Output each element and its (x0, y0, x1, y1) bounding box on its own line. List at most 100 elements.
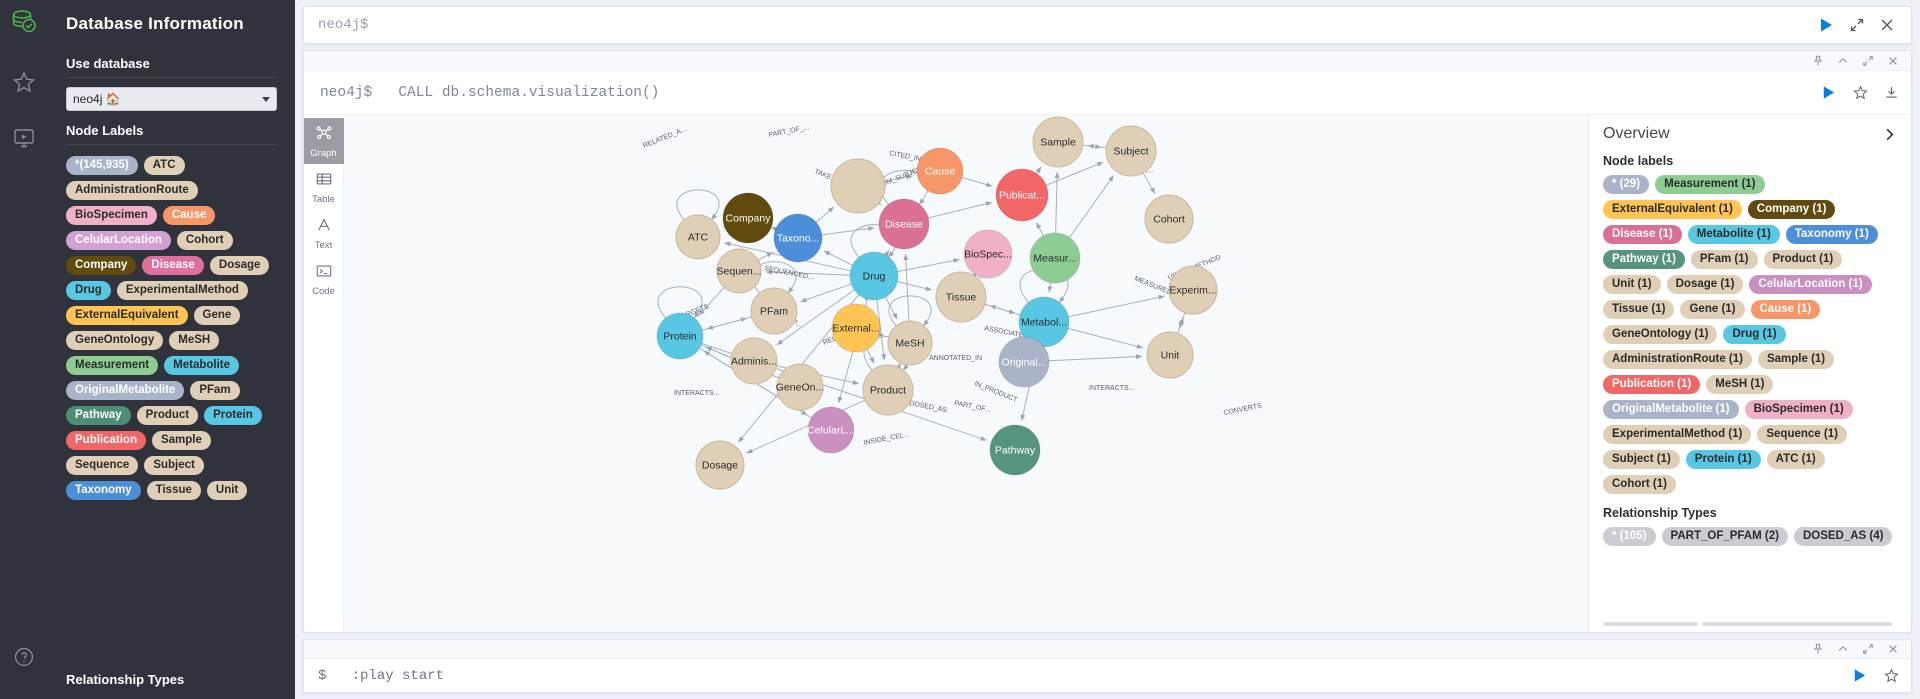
overview-node-label-chip[interactable]: * (29) (1603, 175, 1650, 194)
collapse-icon[interactable] (1837, 55, 1849, 67)
graph-node[interactable]: Adminis... (730, 337, 778, 385)
run-query-button[interactable] (1817, 16, 1835, 34)
close-icon[interactable] (1887, 55, 1899, 67)
overview-node-label-chip[interactable]: Disease (1) (1603, 225, 1682, 244)
graph-node[interactable]: Product (862, 364, 914, 416)
overview-relationship-type-chip[interactable]: * (105) (1603, 527, 1656, 546)
overview-node-label-chip[interactable]: ExperimentalMethod (1) (1603, 425, 1752, 444)
help-button[interactable] (0, 629, 48, 685)
graph-visualization-canvas[interactable]: RELATED_A...PART_OF_...TAK...CITED_INTAK… (344, 115, 1911, 632)
overview-relationship-type-chip[interactable]: DOSED_AS (4) (1793, 527, 1893, 546)
node-label-chip[interactable]: Disease (142, 256, 204, 275)
scroll-thumb[interactable] (1603, 622, 1698, 626)
node-label-chip[interactable]: Publication (66, 431, 146, 450)
overview-node-label-chip[interactable]: ATC (1) (1766, 450, 1825, 469)
node-label-chip[interactable]: Tissue (146, 481, 201, 500)
node-label-chip[interactable]: Cause (162, 206, 216, 225)
collapse-icon[interactable] (1837, 643, 1849, 655)
bottom-run-button[interactable] (1851, 667, 1868, 684)
pin-icon[interactable] (1812, 55, 1824, 67)
overview-node-label-chip[interactable]: OriginalMetabolite (1) (1603, 400, 1739, 419)
node-label-chip[interactable]: Cohort (176, 231, 233, 250)
overview-node-label-chip[interactable]: Unit (1) (1603, 275, 1661, 294)
overview-node-label-chip[interactable]: Drug (1) (1723, 325, 1786, 344)
expand-icon[interactable] (1862, 643, 1874, 655)
graph-node[interactable]: Measur... (1029, 232, 1081, 284)
rerun-query-button[interactable] (1820, 84, 1837, 101)
node-label-chip[interactable]: *(145,935) (66, 156, 138, 175)
view-tab-table[interactable]: Table (304, 164, 344, 210)
overview-node-label-chip[interactable]: Cause (1) (1750, 300, 1821, 319)
overview-node-label-chip[interactable]: ExternalEquivalent (1) (1603, 200, 1742, 219)
graph-node-circle[interactable] (830, 158, 886, 214)
expand-editor-button[interactable] (1849, 17, 1865, 33)
node-label-chip[interactable]: ExternalEquivalent (66, 306, 188, 325)
graph-node[interactable]: CelularL... (807, 406, 855, 454)
query-editor-bar[interactable]: neo4j$ (303, 6, 1912, 44)
node-label-chip[interactable]: MeSH (169, 331, 220, 350)
overview-node-label-chip[interactable]: PFam (1) (1690, 250, 1758, 269)
database-select[interactable]: neo4j 🏠 (66, 87, 277, 111)
graph-node[interactable]: PFam (750, 287, 798, 335)
graph-node[interactable]: Sample (1032, 116, 1084, 168)
close-icon[interactable] (1887, 643, 1899, 655)
overview-node-label-chip[interactable]: Protein (1) (1685, 450, 1761, 469)
node-label-chip[interactable]: ExperimentalMethod (116, 281, 248, 300)
graph-node[interactable]: Company (722, 192, 774, 244)
overview-node-label-chip[interactable]: Cohort (1) (1603, 475, 1676, 494)
graph-node[interactable]: Unit (1146, 331, 1194, 379)
graph-node[interactable]: GeneOn... (776, 363, 824, 411)
graph-node[interactable]: Pathway (989, 424, 1041, 476)
graph-node[interactable]: Subject (1105, 125, 1157, 177)
scroll-track[interactable] (1702, 622, 1892, 626)
node-label-chip[interactable]: Protein (204, 406, 262, 425)
overview-node-label-chip[interactable]: BioSpecimen (1) (1744, 400, 1853, 419)
overview-node-label-chip[interactable]: CelularLocation (1) (1749, 275, 1872, 294)
overview-node-label-chip[interactable]: Measurement (1) (1655, 175, 1765, 194)
overview-node-label-chip[interactable]: Product (1) (1763, 250, 1843, 269)
overview-node-label-chip[interactable]: Gene (1) (1680, 300, 1745, 319)
graph-node[interactable]: Protein (656, 312, 704, 360)
graph-node[interactable]: MeSH (887, 320, 933, 366)
node-label-chip[interactable]: Metabolite (164, 356, 240, 375)
graph-node[interactable]: Drug (849, 251, 899, 301)
node-label-chip[interactable]: Product (136, 406, 199, 425)
node-label-chip[interactable]: Pathway (66, 406, 131, 425)
node-label-chip[interactable]: GeneOntology (66, 331, 164, 350)
node-label-chip[interactable]: AdministrationRoute (66, 181, 198, 200)
graph-node[interactable]: Publicat... (995, 168, 1049, 222)
node-label-chip[interactable]: OriginalMetabolite (66, 381, 185, 400)
graph-node[interactable]: Dosage (695, 440, 745, 490)
query-editor-input[interactable]: neo4j$ (304, 17, 1801, 33)
node-label-chip[interactable]: Sample (151, 431, 211, 450)
sidebar-item-favorites[interactable] (0, 54, 48, 110)
graph-node[interactable]: Sequen... (716, 248, 762, 294)
download-button[interactable] (1884, 85, 1899, 100)
graph-node[interactable]: Original... (998, 336, 1050, 388)
graph-node[interactable]: External... (831, 303, 881, 353)
view-tab-graph[interactable]: Graph (303, 118, 344, 164)
graph-node[interactable]: Disease (878, 198, 930, 250)
overview-node-label-chip[interactable]: Sample (1) (1757, 350, 1835, 369)
overview-relationship-type-chip[interactable]: PART_OF_PFAM (2) (1661, 527, 1788, 546)
close-editor-button[interactable] (1879, 17, 1895, 33)
graph-node[interactable]: BioSpec... (963, 229, 1013, 279)
favorite-query-button[interactable] (1853, 85, 1868, 100)
chevron-right-icon[interactable] (1882, 127, 1897, 142)
overview-node-label-chip[interactable]: Tissue (1) (1603, 300, 1675, 319)
overview-node-label-chip[interactable]: Dosage (1) (1666, 275, 1744, 294)
overview-node-label-chip[interactable]: Taxonomy (1) (1785, 225, 1878, 244)
node-label-chip[interactable]: Subject (144, 456, 204, 475)
overview-node-label-chip[interactable]: MeSH (1) (1706, 375, 1774, 394)
node-label-chip[interactable]: CelularLocation (66, 231, 171, 250)
graph-node[interactable]: Cause (916, 147, 964, 195)
node-label-chip[interactable]: ATC (143, 156, 185, 175)
node-label-chip[interactable]: BioSpecimen (66, 206, 157, 225)
overview-scrollbar[interactable] (1603, 622, 1897, 626)
graph-node[interactable]: ATC (675, 214, 721, 260)
expand-icon[interactable] (1862, 55, 1874, 67)
node-label-chip[interactable]: Gene (193, 306, 241, 325)
node-label-chip[interactable]: PFam (190, 381, 240, 400)
node-label-chip[interactable]: Dosage (209, 256, 270, 275)
node-label-chip[interactable]: Unit (206, 481, 248, 500)
